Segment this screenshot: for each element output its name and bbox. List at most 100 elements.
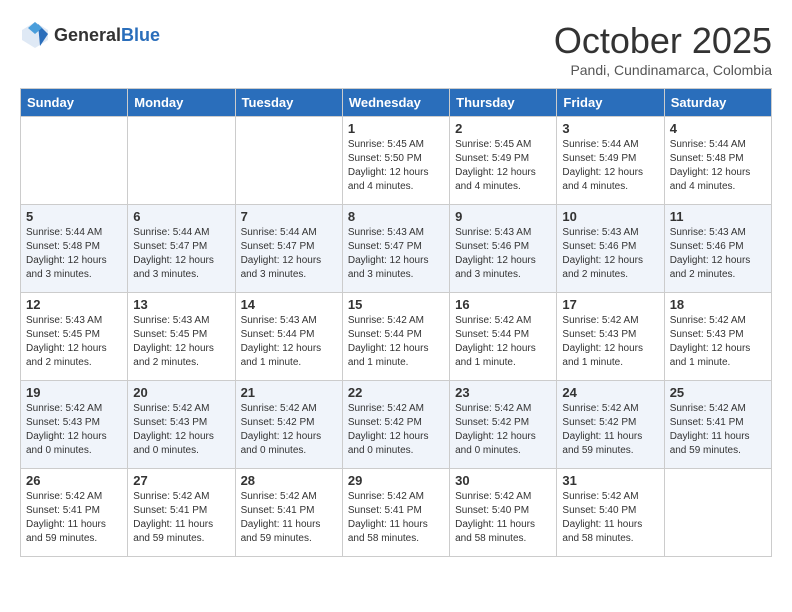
day-info: Sunrise: 5:42 AM Sunset: 5:42 PM Dayligh…	[241, 402, 337, 458]
calendar-cell: 3 Sunrise: 5:44 AM Sunset: 5:49 PM Daylig…	[557, 117, 664, 205]
month-title: October 2025	[554, 20, 772, 62]
calendar-cell	[664, 469, 771, 557]
day-number: 17	[562, 297, 658, 312]
day-info: Sunrise: 5:42 AM Sunset: 5:41 PM Dayligh…	[348, 490, 444, 546]
day-info: Sunrise: 5:44 AM Sunset: 5:48 PM Dayligh…	[26, 226, 122, 282]
day-info: Sunrise: 5:42 AM Sunset: 5:41 PM Dayligh…	[670, 402, 766, 458]
calendar-cell	[128, 117, 235, 205]
calendar-cell: 5 Sunrise: 5:44 AM Sunset: 5:48 PM Daylig…	[21, 205, 128, 293]
day-info: Sunrise: 5:42 AM Sunset: 5:42 PM Dayligh…	[562, 402, 658, 458]
calendar-week-row: 1 Sunrise: 5:45 AM Sunset: 5:50 PM Daylig…	[21, 117, 772, 205]
day-info: Sunrise: 5:42 AM Sunset: 5:40 PM Dayligh…	[562, 490, 658, 546]
day-of-week-header: Thursday	[450, 89, 557, 117]
calendar-cell: 4Sunrise: 5:44 AM Sunset: 5:48 PM Daylig…	[664, 117, 771, 205]
day-number: 20	[133, 385, 229, 400]
calendar-cell: 24 Sunrise: 5:42 AM Sunset: 5:42 PM Dayli…	[557, 381, 664, 469]
day-number: 6	[133, 209, 229, 224]
calendar-cell: 21Sunrise: 5:42 AM Sunset: 5:42 PM Dayli…	[235, 381, 342, 469]
calendar-cell	[21, 117, 128, 205]
day-number: 7	[241, 209, 337, 224]
day-number: 2	[455, 121, 551, 136]
day-of-week-header: Tuesday	[235, 89, 342, 117]
logo-general: GeneralBlue	[54, 25, 160, 46]
calendar-cell: 26Sunrise: 5:42 AM Sunset: 5:41 PM Dayli…	[21, 469, 128, 557]
day-number: 22	[348, 385, 444, 400]
day-number: 28	[241, 473, 337, 488]
day-info: Sunrise: 5:44 AM Sunset: 5:47 PM Dayligh…	[133, 226, 229, 282]
day-info: Sunrise: 5:42 AM Sunset: 5:43 PM Dayligh…	[26, 402, 122, 458]
day-info: Sunrise: 5:42 AM Sunset: 5:41 PM Dayligh…	[241, 490, 337, 546]
day-info: Sunrise: 5:42 AM Sunset: 5:43 PM Dayligh…	[133, 402, 229, 458]
day-of-week-header: Monday	[128, 89, 235, 117]
day-number: 16	[455, 297, 551, 312]
day-number: 13	[133, 297, 229, 312]
calendar-cell: 1 Sunrise: 5:45 AM Sunset: 5:50 PM Daylig…	[342, 117, 449, 205]
day-info: Sunrise: 5:42 AM Sunset: 5:44 PM Dayligh…	[348, 314, 444, 370]
calendar-cell: 6 Sunrise: 5:44 AM Sunset: 5:47 PM Daylig…	[128, 205, 235, 293]
calendar-cell: 12 Sunrise: 5:43 AM Sunset: 5:45 PM Dayli…	[21, 293, 128, 381]
calendar-cell: 30Sunrise: 5:42 AM Sunset: 5:40 PM Dayli…	[450, 469, 557, 557]
day-number: 12	[26, 297, 122, 312]
day-number: 31	[562, 473, 658, 488]
title-block: October 2025 Pandi, Cundinamarca, Colomb…	[554, 20, 772, 78]
location-subtitle: Pandi, Cundinamarca, Colombia	[554, 62, 772, 78]
day-of-week-header: Saturday	[664, 89, 771, 117]
calendar-cell: 28 Sunrise: 5:42 AM Sunset: 5:41 PM Dayli…	[235, 469, 342, 557]
page-header: GeneralBlue October 2025 Pandi, Cundinam…	[20, 20, 772, 78]
calendar-cell: 29 Sunrise: 5:42 AM Sunset: 5:41 PM Dayli…	[342, 469, 449, 557]
day-info: Sunrise: 5:42 AM Sunset: 5:42 PM Dayligh…	[455, 402, 551, 458]
calendar-cell: 8 Sunrise: 5:43 AM Sunset: 5:47 PM Daylig…	[342, 205, 449, 293]
day-number: 3	[562, 121, 658, 136]
logo: GeneralBlue	[20, 20, 160, 50]
day-info: Sunrise: 5:43 AM Sunset: 5:46 PM Dayligh…	[562, 226, 658, 282]
day-number: 11	[670, 209, 766, 224]
day-info: Sunrise: 5:45 AM Sunset: 5:49 PM Dayligh…	[455, 138, 551, 194]
day-number: 26	[26, 473, 122, 488]
day-info: Sunrise: 5:43 AM Sunset: 5:45 PM Dayligh…	[133, 314, 229, 370]
day-number: 8	[348, 209, 444, 224]
calendar-cell: 7 Sunrise: 5:44 AM Sunset: 5:47 PM Daylig…	[235, 205, 342, 293]
day-number: 29	[348, 473, 444, 488]
day-info: Sunrise: 5:45 AM Sunset: 5:50 PM Dayligh…	[348, 138, 444, 194]
day-info: Sunrise: 5:43 AM Sunset: 5:46 PM Dayligh…	[455, 226, 551, 282]
calendar-table: SundayMondayTuesdayWednesdayThursdayFrid…	[20, 88, 772, 557]
calendar-week-row: 5 Sunrise: 5:44 AM Sunset: 5:48 PM Daylig…	[21, 205, 772, 293]
day-number: 5	[26, 209, 122, 224]
calendar-cell: 17 Sunrise: 5:42 AM Sunset: 5:43 PM Dayli…	[557, 293, 664, 381]
logo-icon	[20, 20, 50, 50]
calendar-week-row: 12 Sunrise: 5:43 AM Sunset: 5:45 PM Dayli…	[21, 293, 772, 381]
day-number: 18	[670, 297, 766, 312]
day-number: 14	[241, 297, 337, 312]
calendar-cell: 31 Sunrise: 5:42 AM Sunset: 5:40 PM Dayli…	[557, 469, 664, 557]
day-info: Sunrise: 5:44 AM Sunset: 5:47 PM Dayligh…	[241, 226, 337, 282]
day-of-week-header: Friday	[557, 89, 664, 117]
day-number: 27	[133, 473, 229, 488]
day-number: 24	[562, 385, 658, 400]
calendar-week-row: 19 Sunrise: 5:42 AM Sunset: 5:43 PM Dayli…	[21, 381, 772, 469]
calendar-cell: 2 Sunrise: 5:45 AM Sunset: 5:49 PM Daylig…	[450, 117, 557, 205]
calendar-cell: 22Sunrise: 5:42 AM Sunset: 5:42 PM Dayli…	[342, 381, 449, 469]
day-of-week-header: Sunday	[21, 89, 128, 117]
day-number: 9	[455, 209, 551, 224]
calendar-cell: 9 Sunrise: 5:43 AM Sunset: 5:46 PM Daylig…	[450, 205, 557, 293]
calendar-cell: 13 Sunrise: 5:43 AM Sunset: 5:45 PM Dayli…	[128, 293, 235, 381]
day-number: 19	[26, 385, 122, 400]
day-number: 23	[455, 385, 551, 400]
calendar-cell: 20 Sunrise: 5:42 AM Sunset: 5:43 PM Dayli…	[128, 381, 235, 469]
day-info: Sunrise: 5:43 AM Sunset: 5:44 PM Dayligh…	[241, 314, 337, 370]
day-info: Sunrise: 5:42 AM Sunset: 5:43 PM Dayligh…	[562, 314, 658, 370]
calendar-cell: 14 Sunrise: 5:43 AM Sunset: 5:44 PM Dayli…	[235, 293, 342, 381]
day-info: Sunrise: 5:42 AM Sunset: 5:44 PM Dayligh…	[455, 314, 551, 370]
day-number: 10	[562, 209, 658, 224]
day-info: Sunrise: 5:43 AM Sunset: 5:45 PM Dayligh…	[26, 314, 122, 370]
calendar-cell: 15 Sunrise: 5:42 AM Sunset: 5:44 PM Dayli…	[342, 293, 449, 381]
day-info: Sunrise: 5:43 AM Sunset: 5:47 PM Dayligh…	[348, 226, 444, 282]
day-number: 30	[455, 473, 551, 488]
day-header-row: SundayMondayTuesdayWednesdayThursdayFrid…	[21, 89, 772, 117]
calendar-cell: 27Sunrise: 5:42 AM Sunset: 5:41 PM Dayli…	[128, 469, 235, 557]
day-info: Sunrise: 5:44 AM Sunset: 5:49 PM Dayligh…	[562, 138, 658, 194]
calendar-week-row: 26 Sunrise: 5:42 AM Sunset: 5:41 PM Dayli…	[21, 469, 772, 557]
day-number: 1	[348, 121, 444, 136]
calendar-cell: 19 Sunrise: 5:42 AM Sunset: 5:43 PM Dayli…	[21, 381, 128, 469]
day-number: 15	[348, 297, 444, 312]
